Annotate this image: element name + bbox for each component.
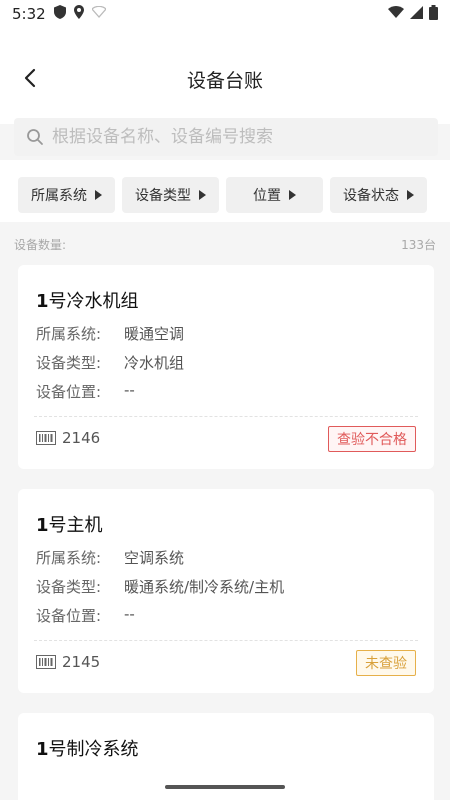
filter-location-button[interactable]: 位置 bbox=[226, 177, 323, 213]
field-system: 所属系统: 空调系统 bbox=[36, 547, 184, 568]
field-label: 设备位置: bbox=[36, 607, 102, 625]
caret-right-icon bbox=[95, 190, 102, 200]
home-indicator[interactable] bbox=[165, 785, 285, 789]
field-value: -- bbox=[124, 381, 135, 399]
caret-right-icon bbox=[199, 190, 206, 200]
card-title-number: 1 bbox=[36, 739, 49, 760]
card-title-text: 号冷水机组 bbox=[48, 291, 139, 312]
device-code: 2145 bbox=[36, 653, 100, 671]
caret-right-icon bbox=[407, 190, 414, 200]
filter-system-button[interactable]: 所属系统 bbox=[18, 177, 115, 213]
device-count-value: 133台 bbox=[401, 238, 436, 252]
battery-icon bbox=[429, 4, 438, 24]
barcode-icon bbox=[36, 431, 56, 445]
search-icon bbox=[26, 128, 44, 146]
card-title-number: 1 bbox=[36, 515, 49, 536]
filter-type-button[interactable]: 设备类型 bbox=[122, 177, 219, 213]
card-title-text: 号制冷系统 bbox=[48, 739, 139, 760]
filter-label: 位置 bbox=[253, 188, 281, 204]
field-system: 所属系统: 暖通空调 bbox=[36, 323, 184, 344]
field-label: 设备类型: bbox=[36, 354, 102, 372]
field-label: 所属系统: bbox=[36, 549, 102, 567]
filter-bar: 所属系统 设备类型 位置 设备状态 bbox=[0, 160, 450, 222]
signal-icon bbox=[410, 5, 423, 23]
caret-right-icon bbox=[289, 190, 296, 200]
field-type: 设备类型: 暖通系统/制冷系统/主机 bbox=[36, 576, 284, 597]
status-time: 5:32 bbox=[12, 5, 46, 23]
device-code-value: 2145 bbox=[62, 653, 101, 671]
field-value: 空调系统 bbox=[124, 549, 185, 567]
field-value: -- bbox=[124, 605, 135, 623]
device-code: 2146 bbox=[36, 429, 100, 447]
app-header: 设备台账 bbox=[0, 28, 450, 124]
status-badge: 未查验 bbox=[356, 650, 416, 676]
page-title: 设备台账 bbox=[186, 70, 263, 92]
status-bar: 5:32 bbox=[0, 0, 450, 28]
filter-status-button[interactable]: 设备状态 bbox=[330, 177, 427, 213]
divider bbox=[34, 640, 418, 641]
search-bar[interactable] bbox=[14, 118, 438, 156]
wifi-icon bbox=[388, 6, 404, 22]
device-card[interactable]: 1号主机 所属系统: 空调系统 设备类型: 暖通系统/制冷系统/主机 设备位置:… bbox=[18, 489, 434, 693]
card-title: 1号冷水机组 bbox=[36, 287, 139, 313]
field-location: 设备位置: -- bbox=[36, 605, 135, 626]
device-count-label: 设备数量: bbox=[14, 238, 67, 252]
card-title-number: 1 bbox=[36, 291, 49, 312]
field-type: 设备类型: 冷水机组 bbox=[36, 352, 184, 373]
search-input[interactable] bbox=[50, 126, 414, 148]
field-label: 设备位置: bbox=[36, 383, 102, 401]
shield-icon bbox=[53, 5, 66, 23]
filter-label: 设备类型 bbox=[135, 188, 191, 204]
filter-label: 所属系统 bbox=[31, 188, 87, 204]
card-title: 1号制冷系统 bbox=[36, 735, 139, 761]
filter-label: 设备状态 bbox=[343, 188, 399, 204]
device-card[interactable]: 1号冷水机组 所属系统: 暖通空调 设备类型: 冷水机组 设备位置: -- 21… bbox=[18, 265, 434, 469]
field-label: 所属系统: bbox=[36, 325, 102, 343]
card-title: 1号主机 bbox=[36, 511, 103, 537]
field-location: 设备位置: -- bbox=[36, 381, 135, 402]
status-badge: 查验不合格 bbox=[328, 426, 416, 452]
field-value: 冷水机组 bbox=[124, 354, 185, 372]
field-value: 暖通系统/制冷系统/主机 bbox=[124, 578, 285, 596]
card-title-text: 号主机 bbox=[48, 515, 103, 536]
device-code-value: 2146 bbox=[62, 429, 101, 447]
device-count-row: 设备数量: 133台 bbox=[0, 232, 450, 254]
barcode-icon bbox=[36, 655, 56, 669]
divider bbox=[34, 416, 418, 417]
wifi-off-icon bbox=[90, 5, 107, 22]
field-label: 设备类型: bbox=[36, 578, 102, 596]
field-value: 暖通空调 bbox=[124, 325, 185, 343]
location-icon bbox=[73, 5, 84, 23]
